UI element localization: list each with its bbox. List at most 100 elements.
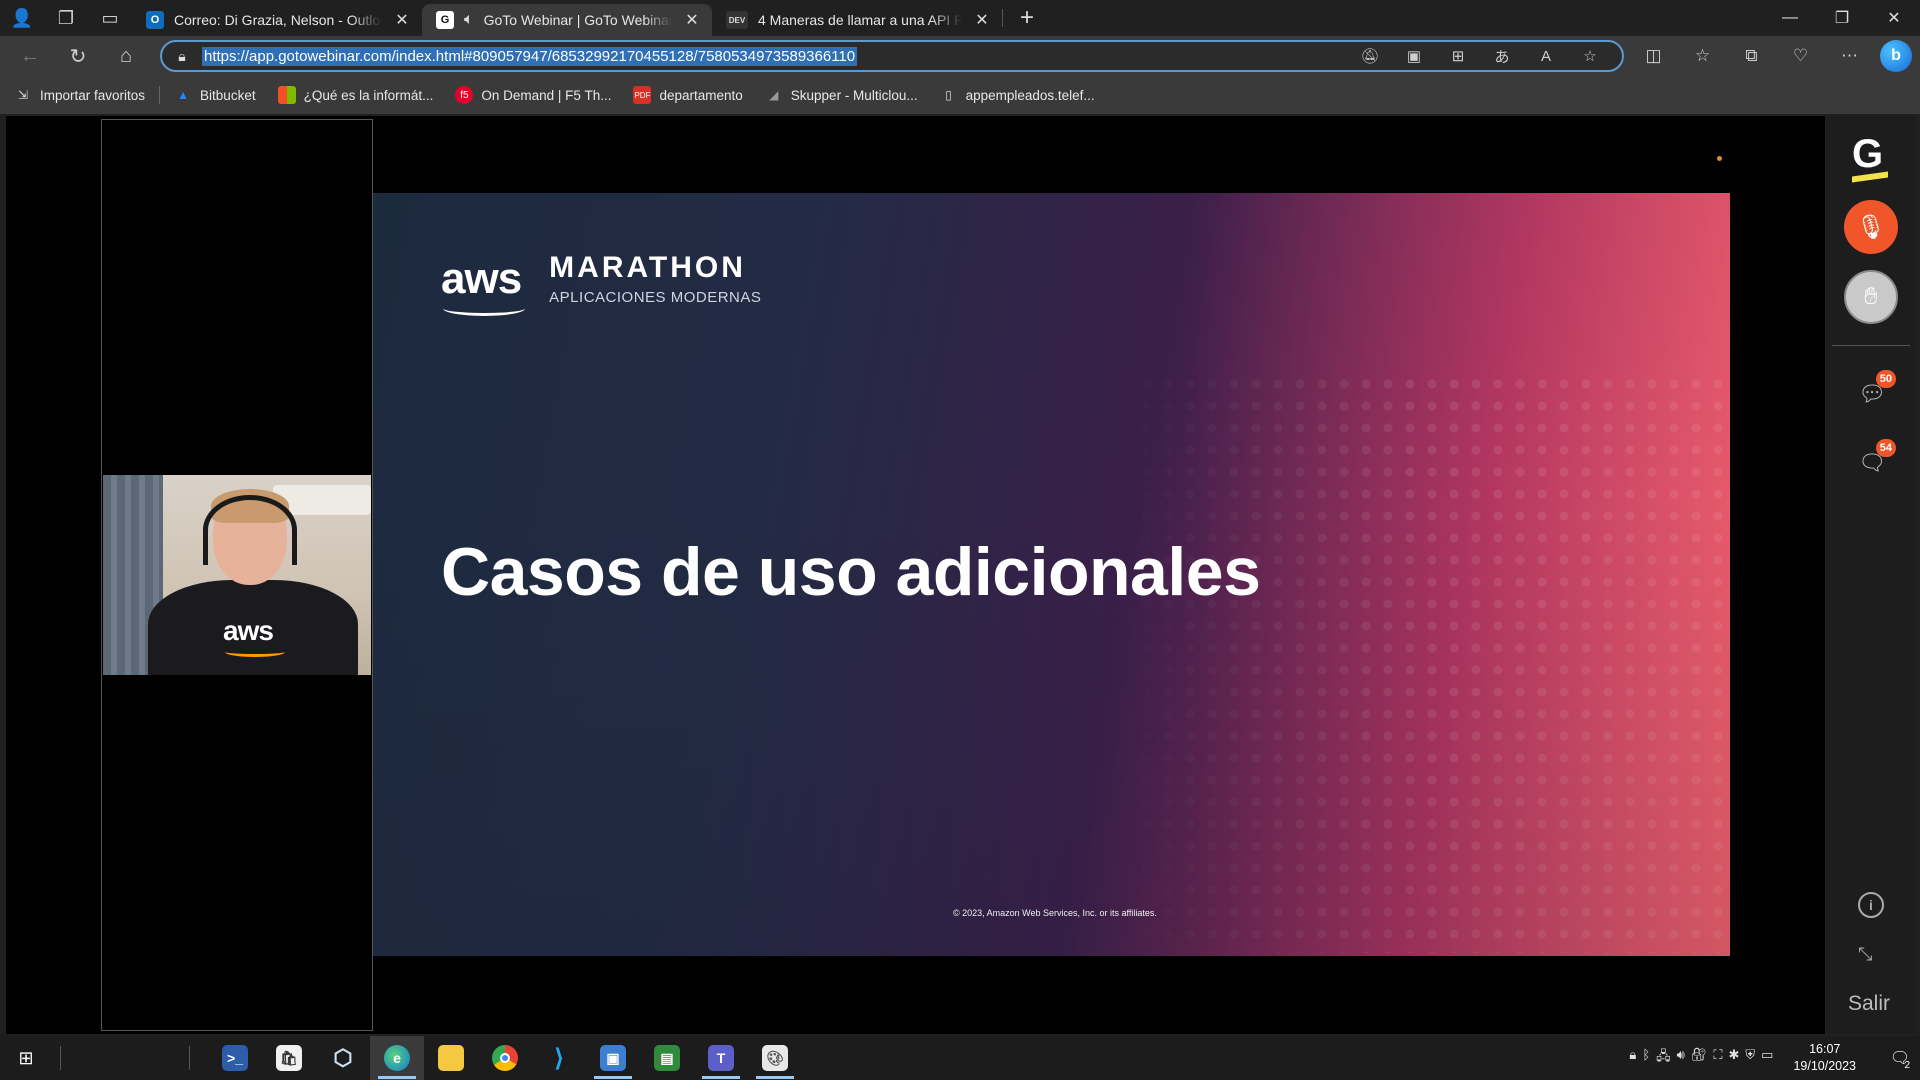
vscode-icon: ⟩	[554, 1044, 564, 1072]
goto-icon: G	[436, 11, 454, 29]
lock-icon[interactable]: 🔒︎	[162, 48, 202, 65]
taskbar-virtualbox[interactable]: ⬡	[316, 1036, 370, 1080]
tab-separator	[1002, 9, 1003, 27]
teams-tray-icon[interactable]: ✱	[1728, 1047, 1739, 1069]
url-text[interactable]: https://app.gotowebinar.com/index.html#8…	[202, 46, 858, 66]
workspaces-icon[interactable]: ❐	[44, 0, 88, 36]
close-tab-icon[interactable]: ✕	[972, 10, 992, 30]
favorite-label: Importar favoritos	[40, 87, 146, 103]
powershell-icon: >_	[222, 1045, 248, 1071]
marathon-brand: MARATHON APLICACIONES MODERNAS	[549, 251, 761, 306]
close-tab-icon[interactable]: ✕	[682, 10, 702, 30]
favorite-label: ¿Qué es la informát...	[303, 87, 434, 103]
taskbar-store[interactable]: 🛍︎	[262, 1036, 316, 1080]
defender-icon[interactable]: ⛨	[1745, 1047, 1755, 1069]
info-icon[interactable]: i	[1858, 892, 1884, 918]
tab-outlook[interactable]: O Correo: Di Grazia, Nelson - Outlook ✕	[132, 4, 422, 36]
questions-button[interactable]: 💬︎ 50	[1852, 370, 1896, 414]
chrome-center	[500, 1053, 510, 1063]
exit-button[interactable]: Salir	[1848, 992, 1890, 1016]
taskbar-paint[interactable]: 🎨︎	[748, 1036, 802, 1080]
notification-center-button[interactable]: 🗨︎ 2	[1880, 1036, 1920, 1080]
tab-dev-article[interactable]: DEV 4 Maneras de llamar a una API REST ✕	[712, 4, 1002, 36]
extensions-grid-icon[interactable]: ⊞	[1436, 47, 1480, 65]
microphone-icon: 🎙︎	[1855, 213, 1887, 241]
slide-copyright: © 2023, Amazon Web Services, Inc. or its…	[953, 908, 1157, 918]
more-menu-icon[interactable]: ⋯	[1825, 46, 1874, 66]
shirt-aws-logo: aws	[223, 615, 274, 646]
minimize-button[interactable]: —	[1764, 0, 1816, 36]
battery-icon[interactable]: ▭	[1761, 1047, 1773, 1069]
taskbar-remote-desktop[interactable]: ▣	[586, 1036, 640, 1080]
shirt-aws-smile	[225, 647, 285, 657]
app-available-icon[interactable]: ▣	[1392, 47, 1436, 65]
taskbar-file-explorer[interactable]	[424, 1036, 478, 1080]
refresh-button[interactable]: ↻	[54, 36, 102, 76]
favorite-bitbucket[interactable]: ▲ Bitbucket	[174, 86, 255, 104]
speaker-icon[interactable]: 🔈︎	[464, 11, 474, 29]
tab-title: 4 Maneras de llamar a una API REST	[758, 12, 962, 28]
f5-icon: f5	[455, 86, 474, 104]
bing-copilot-icon[interactable]: b	[1880, 40, 1912, 72]
favorite-label: departamento	[659, 87, 743, 103]
favorite-departamento[interactable]: PDF departamento	[633, 86, 743, 104]
fullscreen-icon[interactable]: ⤡	[1858, 944, 1872, 965]
raise-hand-button[interactable]: ✋︎	[1844, 270, 1898, 324]
display-icon[interactable]: ⛶	[1713, 1047, 1722, 1069]
profile-avatar-icon[interactable]: 👤	[0, 0, 44, 36]
close-tab-icon[interactable]: ✕	[392, 10, 412, 30]
favorite-f5[interactable]: f5 On Demand | F5 Th...	[455, 86, 611, 104]
taskbar-vscode[interactable]: ⟩	[532, 1036, 586, 1080]
taskbar-spreadsheet[interactable]: ▤	[640, 1036, 694, 1080]
aws-logo: aws	[441, 253, 526, 316]
close-window-button[interactable]: ✕	[1868, 0, 1920, 36]
navigation-bar: ← ↻ ⌂ 🔒︎ https://app.gotowebinar.com/ind…	[0, 36, 1920, 76]
new-tab-button[interactable]: +	[1009, 0, 1045, 36]
tab-gotowebinar[interactable]: G 🔈︎ GoTo Webinar | GoTo Webinar ✕	[422, 4, 712, 36]
taskbar-teams[interactable]: T	[694, 1036, 748, 1080]
translate-icon[interactable]: あ	[1480, 46, 1524, 67]
bitbucket-icon: ▲	[177, 88, 189, 102]
home-button[interactable]: ⌂	[102, 36, 150, 76]
remote-desktop-icon: ▣	[600, 1045, 626, 1071]
tab-title: Correo: Di Grazia, Nelson - Outlook	[174, 12, 382, 28]
notifications-blocked-icon[interactable]: 🔕︎	[1348, 47, 1392, 65]
address-bar[interactable]: 🔒︎ https://app.gotowebinar.com/index.htm…	[160, 40, 1624, 72]
favorite-appempleados[interactable]: ▯ appempleados.telef...	[940, 86, 1094, 104]
read-aloud-icon[interactable]: A	[1524, 48, 1568, 65]
split-screen-icon[interactable]: ◫	[1629, 46, 1678, 66]
microphone-button[interactable]: 🎙︎	[1844, 200, 1898, 254]
volume-icon[interactable]: 🔊︎	[1677, 1047, 1685, 1069]
favorite-skupper[interactable]: ◢ Skupper - Multiclou...	[765, 86, 917, 104]
favorites-icon[interactable]: ☆	[1678, 46, 1727, 66]
cube-icon: ⬡	[333, 1045, 353, 1070]
security-lock-icon[interactable]: 🔐︎	[1691, 1047, 1708, 1069]
pdf-icon: PDF	[633, 86, 652, 104]
taskbar-chrome[interactable]	[478, 1036, 532, 1080]
taskbar-separator	[60, 1046, 61, 1070]
vpn-icon[interactable]: 🔒︎	[1629, 1047, 1636, 1069]
favorite-import[interactable]: ⇲ Importar favoritos	[14, 86, 145, 104]
favorite-informatica[interactable]: ¿Qué es la informát...	[277, 86, 434, 104]
bluetooth-icon[interactable]: ᛒ	[1642, 1047, 1650, 1069]
favorite-label: On Demand | F5 Th...	[481, 87, 612, 103]
collections-icon[interactable]: ⧉	[1727, 46, 1776, 66]
restore-button[interactable]: ❐	[1816, 0, 1868, 36]
brand-subtitle: APLICACIONES MODERNAS	[549, 289, 762, 306]
taskbar-powershell[interactable]: >_	[208, 1036, 262, 1080]
browser-essentials-icon[interactable]: ♡	[1776, 46, 1825, 66]
back-button[interactable]: ←	[6, 36, 54, 76]
clock[interactable]: 16:07 19/10/2023	[1793, 1041, 1856, 1075]
taskbar-edge[interactable]: e	[370, 1036, 424, 1080]
favorite-star-icon[interactable]: ☆	[1568, 47, 1612, 65]
chat-button[interactable]: 🗨︎ 54	[1852, 439, 1896, 483]
browser-titlebar: 👤 ❐ ▭ O Correo: Di Grazia, Nelson - Outl…	[0, 0, 1920, 36]
start-button[interactable]: ⊞	[0, 1036, 52, 1080]
questions-badge: 50	[1875, 370, 1896, 388]
goto-logo-letter: G	[1852, 132, 1884, 176]
notification-count: 2	[1904, 1060, 1910, 1071]
vertical-tabs-icon[interactable]: ▭	[88, 0, 132, 36]
favorites-divider	[159, 86, 161, 104]
network-icon[interactable]: 🖧	[1656, 1047, 1671, 1069]
paint-icon: 🎨︎	[762, 1045, 788, 1071]
